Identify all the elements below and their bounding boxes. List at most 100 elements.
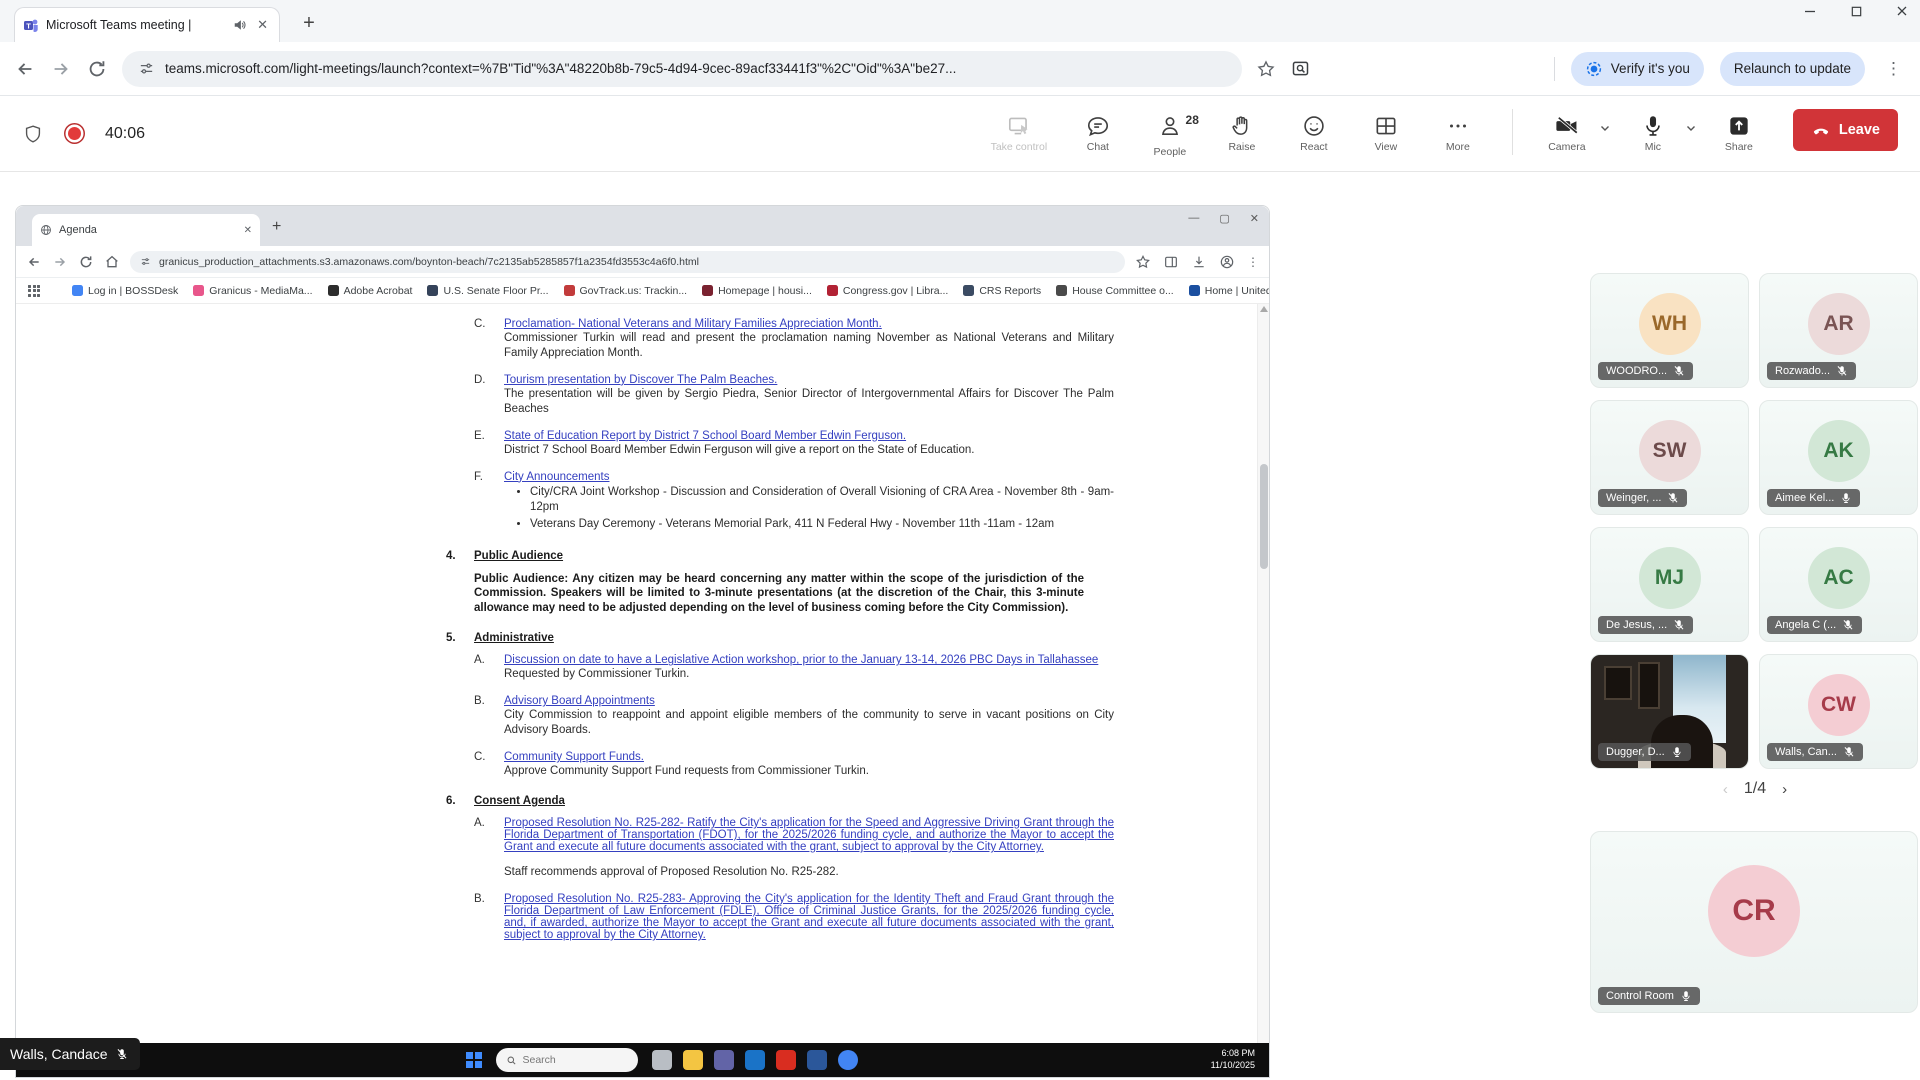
shield-icon[interactable]: [22, 123, 44, 145]
agenda-link[interactable]: Proposed Resolution No. R25-283- Approvi…: [504, 893, 1114, 941]
participant-tile[interactable]: SW Weinger, ...: [1590, 400, 1749, 515]
bookmark-star-icon[interactable]: [1256, 59, 1276, 79]
teams-app-icon[interactable]: [714, 1050, 734, 1070]
participant-tile[interactable]: CW Walls, Can...: [1759, 654, 1918, 769]
browser-menu-icon[interactable]: ⋮: [1881, 59, 1906, 79]
shared-forward-icon[interactable]: [52, 254, 68, 270]
shared-download-icon[interactable]: [1191, 254, 1207, 270]
tab-search-icon[interactable]: [1290, 58, 1311, 79]
chat-button[interactable]: Chat: [1066, 109, 1130, 153]
bookmark-item[interactable]: Granicus - MediaMa...: [193, 285, 312, 297]
shared-browser-tab-agenda[interactable]: Agenda ✕: [32, 214, 260, 246]
forward-button[interactable]: [50, 58, 72, 80]
page-next-icon[interactable]: ›: [1782, 781, 1787, 798]
page-prev-icon[interactable]: ‹: [1723, 781, 1728, 798]
window-maximize-button[interactable]: [1846, 5, 1866, 21]
participant-tile[interactable]: AC Angela C (...: [1759, 527, 1918, 642]
camera-options-chevron-icon[interactable]: [1599, 115, 1611, 141]
people-button[interactable]: 28 People: [1138, 109, 1202, 158]
shared-profile-icon[interactable]: [1219, 254, 1235, 270]
mic-options-chevron-icon[interactable]: [1685, 115, 1697, 141]
shared-window-minimize-icon[interactable]: —: [1188, 212, 1199, 225]
agenda-link[interactable]: Advisory Board Appointments: [504, 695, 1114, 707]
outlook-app-icon[interactable]: [745, 1050, 765, 1070]
bookmark-item[interactable]: Congress.gov | Libra...: [827, 285, 948, 297]
agenda-link[interactable]: Proposed Resolution No. R25-282- Ratify …: [504, 817, 1114, 853]
window-close-button[interactable]: [1892, 4, 1912, 21]
bookmark-item[interactable]: Homepage | housi...: [702, 285, 812, 297]
participant-tile[interactable]: WH WOODRO...: [1590, 273, 1749, 388]
spotlight-tile-control-room[interactable]: CR Control Room: [1590, 831, 1918, 1013]
site-settings-icon[interactable]: [138, 60, 155, 77]
agenda-link[interactable]: Community Support Funds.: [504, 751, 1114, 763]
more-button[interactable]: More: [1426, 109, 1490, 153]
shared-sidepanel-icon[interactable]: [1163, 254, 1179, 270]
bookmark-favicon: [427, 285, 438, 296]
leave-button[interactable]: Leave: [1793, 109, 1898, 151]
window-minimize-button[interactable]: [1800, 4, 1820, 21]
agenda-item-f: F. City Announcements City/CRA Joint Wor…: [474, 471, 1114, 534]
shared-window-maximize-icon[interactable]: ▢: [1219, 212, 1229, 225]
bookmark-item[interactable]: Home | United State...: [1189, 285, 1269, 297]
apps-grid-icon[interactable]: [28, 285, 40, 297]
mic-off-icon: [1843, 746, 1855, 758]
share-button[interactable]: Share: [1707, 109, 1771, 153]
agenda-link[interactable]: Discussion on date to have a Legislative…: [504, 654, 1114, 666]
taskbar-search[interactable]: Search: [496, 1048, 638, 1072]
shared-reload-icon[interactable]: [78, 254, 94, 270]
bookmark-favicon: [1056, 285, 1067, 296]
shared-tab-close-icon[interactable]: ✕: [244, 225, 252, 236]
taskbar-clock[interactable]: 6:08 PM 11/10/2025: [1211, 1048, 1255, 1071]
mic-button[interactable]: Mic: [1621, 109, 1685, 153]
reload-button[interactable]: [86, 58, 108, 80]
participant-name-pill: De Jesus, ...: [1598, 616, 1693, 634]
tab-audio-icon[interactable]: [233, 18, 247, 32]
tab-close-icon[interactable]: ✕: [254, 17, 271, 33]
react-button[interactable]: React: [1282, 109, 1346, 153]
shared-address-bar[interactable]: granicus_production_attachments.s3.amazo…: [130, 251, 1125, 273]
relaunch-update-button[interactable]: Relaunch to update: [1720, 52, 1865, 86]
scrollbar-up-arrow-icon[interactable]: [1260, 306, 1268, 312]
agenda-link[interactable]: City Announcements: [504, 471, 1114, 483]
bookmark-item[interactable]: GovTrack.us: Trackin...: [564, 285, 688, 297]
view-button[interactable]: View: [1354, 109, 1418, 153]
agenda-link[interactable]: State of Education Report by District 7 …: [504, 430, 1114, 442]
shared-home-icon[interactable]: [104, 254, 120, 270]
participant-tile[interactable]: MJ De Jesus, ...: [1590, 527, 1749, 642]
file-explorer-icon[interactable]: [683, 1050, 703, 1070]
participant-tile[interactable]: AR Rozwado...: [1759, 273, 1918, 388]
acrobat-app-icon[interactable]: [776, 1050, 796, 1070]
raise-hand-icon: [1229, 113, 1255, 139]
bookmark-item[interactable]: Adobe Acrobat: [328, 285, 413, 297]
shared-menu-icon[interactable]: ⋮: [1247, 255, 1259, 269]
bookmark-item[interactable]: U.S. Senate Floor Pr...: [427, 285, 548, 297]
participant-tile[interactable]: AK Aimee Kel...: [1759, 400, 1918, 515]
bookmark-item[interactable]: CRS Reports: [963, 285, 1041, 297]
verify-identity-button[interactable]: Verify it's you: [1571, 52, 1704, 86]
avatar: CR: [1708, 865, 1800, 957]
new-tab-button[interactable]: +: [296, 11, 322, 37]
shared-bookmark-star-icon[interactable]: [1135, 254, 1151, 270]
address-bar[interactable]: teams.microsoft.com/light-meetings/launc…: [122, 51, 1242, 87]
chrome-app-icon[interactable]: [838, 1050, 858, 1070]
start-button-icon[interactable]: [466, 1052, 482, 1068]
task-view-icon[interactable]: [652, 1050, 672, 1070]
bookmark-item[interactable]: House Committee o...: [1056, 285, 1174, 297]
back-button[interactable]: [14, 58, 36, 80]
raise-hand-button[interactable]: Raise: [1210, 109, 1274, 153]
browser-tab-teams[interactable]: T Microsoft Teams meeting | ✕: [14, 7, 280, 42]
camera-button[interactable]: Camera: [1535, 109, 1599, 153]
shared-back-icon[interactable]: [26, 254, 42, 270]
bookmark-item[interactable]: Log in | BOSSDesk: [72, 285, 178, 297]
document-scrollbar[interactable]: [1257, 304, 1269, 1043]
word-app-icon[interactable]: [807, 1050, 827, 1070]
scrollbar-thumb[interactable]: [1260, 464, 1268, 569]
take-control-button[interactable]: Take control: [980, 109, 1058, 153]
agenda-link[interactable]: Tourism presentation by Discover The Pal…: [504, 374, 1114, 386]
agenda-link[interactable]: Proclamation- National Veterans and Mili…: [504, 318, 1114, 330]
video-background: [1638, 662, 1660, 709]
participant-video-tile[interactable]: Dugger, D...: [1590, 654, 1749, 769]
mic-on-icon: [1840, 492, 1852, 504]
shared-new-tab-button[interactable]: +: [272, 218, 281, 236]
shared-window-close-icon[interactable]: ✕: [1250, 212, 1259, 225]
